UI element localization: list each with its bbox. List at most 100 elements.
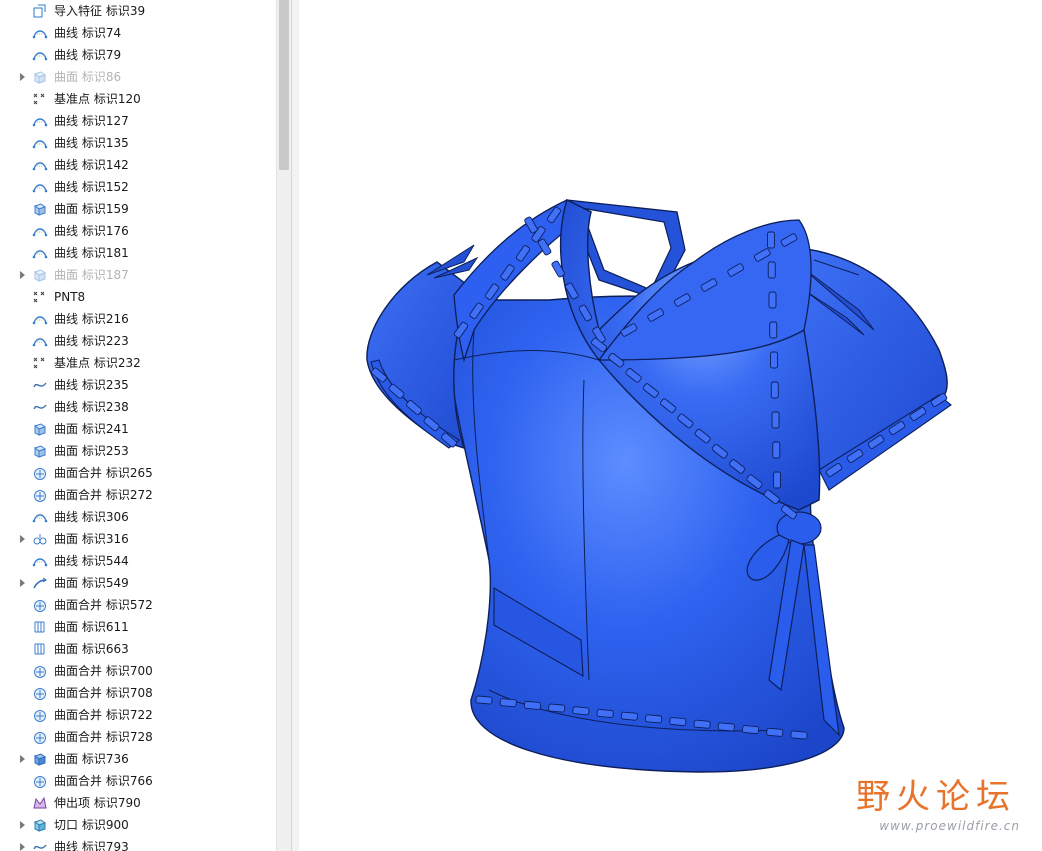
tree-item[interactable]: 切口 标识900 (0, 814, 276, 836)
tree-item-label: 曲线 标识176 (54, 224, 129, 238)
tree-item[interactable]: 曲线 标识79 (0, 44, 276, 66)
merge-icon (32, 663, 48, 679)
expand-arrow-icon[interactable] (18, 572, 26, 594)
tree-scrollbar[interactable] (276, 0, 291, 851)
cut-icon (32, 817, 48, 833)
curve-icon (32, 113, 48, 129)
datum-point-icon (32, 355, 48, 371)
tree-item[interactable]: 曲线 标识142 (0, 154, 276, 176)
tree-item[interactable]: 曲面合并 标识272 (0, 484, 276, 506)
tree-item-label: 曲线 标识152 (54, 180, 129, 194)
stitch-slot (620, 711, 638, 721)
expand-arrow-icon[interactable] (18, 748, 26, 770)
tree-item-label: 曲面 标识86 (54, 70, 122, 84)
expand-arrow-icon[interactable] (18, 528, 26, 550)
protrusion-icon (32, 795, 48, 811)
stitch-slot (766, 727, 784, 737)
tree-item-label: 曲线 标识544 (54, 554, 129, 568)
expand-arrow-icon[interactable] (18, 66, 26, 88)
tree-item-label: 曲面 标识241 (54, 422, 129, 436)
tree-item[interactable]: 曲面 标识86 (0, 66, 276, 88)
expand-arrow-icon[interactable] (18, 836, 26, 851)
tree-item-label: 基准点 标识232 (54, 356, 141, 370)
merge-icon (32, 707, 48, 723)
tree-item[interactable]: 导入特征 标识39 (0, 0, 276, 22)
tree-item[interactable]: 曲面合并 标识700 (0, 660, 276, 682)
tree-item-label: 曲面 标识187 (54, 268, 129, 282)
tree-item[interactable]: 曲线 标识306 (0, 506, 276, 528)
solid-surface-icon (32, 751, 48, 767)
tree-item[interactable]: 曲面合并 标识572 (0, 594, 276, 616)
tree-item-label: 曲面 标识736 (54, 752, 129, 766)
expand-arrow-icon[interactable] (18, 814, 26, 836)
tree-item-label: 曲面 标识159 (54, 202, 129, 216)
tree-item[interactable]: 曲面合并 标识708 (0, 682, 276, 704)
tree-item-label: 曲线 标识127 (54, 114, 129, 128)
tree-item[interactable]: PNT8 (0, 286, 276, 308)
tree-item[interactable]: 曲面 标识187 (0, 264, 276, 286)
tree-item[interactable]: 曲面合并 标识722 (0, 704, 276, 726)
tree-item[interactable]: 曲线 标识223 (0, 330, 276, 352)
tree-item-label: 曲线 标识142 (54, 158, 129, 172)
tree-item-label: 曲线 标识135 (54, 136, 129, 150)
tree-item[interactable]: 曲线 标识216 (0, 308, 276, 330)
tree-item[interactable]: 曲面 标识159 (0, 198, 276, 220)
tree-item[interactable]: 曲面 标识241 (0, 418, 276, 440)
tree-item-label: 曲线 标识74 (54, 26, 122, 40)
tree-item[interactable]: 曲线 标识152 (0, 176, 276, 198)
tree-scrollbar-thumb[interactable] (279, 0, 289, 170)
stitch-slot (770, 381, 779, 399)
tree-item[interactable]: 曲线 标识176 (0, 220, 276, 242)
tree-item[interactable]: 曲线 标识74 (0, 22, 276, 44)
tree-item-label: 切口 标识900 (54, 818, 129, 832)
tree-item-label: 曲线 标识793 (54, 840, 129, 851)
tree-item[interactable]: 曲面 标识316 (0, 528, 276, 550)
stitch-slot (572, 706, 590, 716)
tree-item[interactable]: 曲线 标识544 (0, 550, 276, 572)
surface-icon (32, 443, 48, 459)
stitch-slot (773, 471, 781, 489)
tree-item[interactable]: 曲面合并 标识766 (0, 770, 276, 792)
tree-item[interactable]: 曲面 标识253 (0, 440, 276, 462)
tree-item-label: 曲面 标识253 (54, 444, 129, 458)
model-tree-panel[interactable]: 导入特征 标识39 曲线 标识74 曲线 标识79 曲面 标识86 基准点 标识120 曲… (0, 0, 276, 851)
curve-icon (32, 47, 48, 63)
forum-watermark: 野火论坛 www.proewildfire.cn (850, 777, 1020, 837)
tree-item[interactable]: 曲线 标识238 (0, 396, 276, 418)
tree-item[interactable]: 曲面 标识549 (0, 572, 276, 594)
stitch-slot (767, 231, 775, 249)
tree-item-label: 曲线 标识181 (54, 246, 129, 260)
stitch-slot (693, 719, 711, 729)
tree-item[interactable]: 曲面 标识736 (0, 748, 276, 770)
stitch-slot (741, 725, 760, 735)
sketch-curve-icon (32, 399, 48, 415)
merge-icon (32, 729, 48, 745)
tree-item[interactable]: 曲面 标识663 (0, 638, 276, 660)
stitch-slot (717, 722, 735, 732)
import-feature-icon (32, 3, 48, 19)
surface-icon (32, 69, 48, 85)
graphics-viewport[interactable]: 野火论坛 www.proewildfire.cn (299, 0, 1042, 851)
curve-icon (32, 245, 48, 261)
tree-item[interactable]: 曲面合并 标识265 (0, 462, 276, 484)
tree-item[interactable]: 伸出项 标识790 (0, 792, 276, 814)
tree-item-label: 曲线 标识238 (54, 400, 129, 414)
tree-item[interactable]: 曲线 标识235 (0, 374, 276, 396)
merge-icon (32, 465, 48, 481)
tree-item[interactable]: 基准点 标识232 (0, 352, 276, 374)
expand-arrow-icon[interactable] (18, 264, 26, 286)
tree-item[interactable]: 曲线 标识127 (0, 110, 276, 132)
tree-item[interactable]: 曲面合并 标识728 (0, 726, 276, 748)
stitch-slot (768, 291, 777, 309)
tree-item-label: 曲面合并 标识572 (54, 598, 153, 612)
merge-icon (32, 487, 48, 503)
tree-item[interactable]: 曲线 标识793 (0, 836, 276, 851)
sketch-curve-icon (32, 839, 48, 851)
tree-item[interactable]: 基准点 标识120 (0, 88, 276, 110)
tree-item-label: 曲面合并 标识700 (54, 664, 153, 678)
tree-item[interactable]: 曲面 标识611 (0, 616, 276, 638)
tree-item[interactable]: 曲线 标识181 (0, 242, 276, 264)
boundary-surface-icon (32, 619, 48, 635)
curve-icon (32, 157, 48, 173)
tree-item[interactable]: 曲线 标识135 (0, 132, 276, 154)
